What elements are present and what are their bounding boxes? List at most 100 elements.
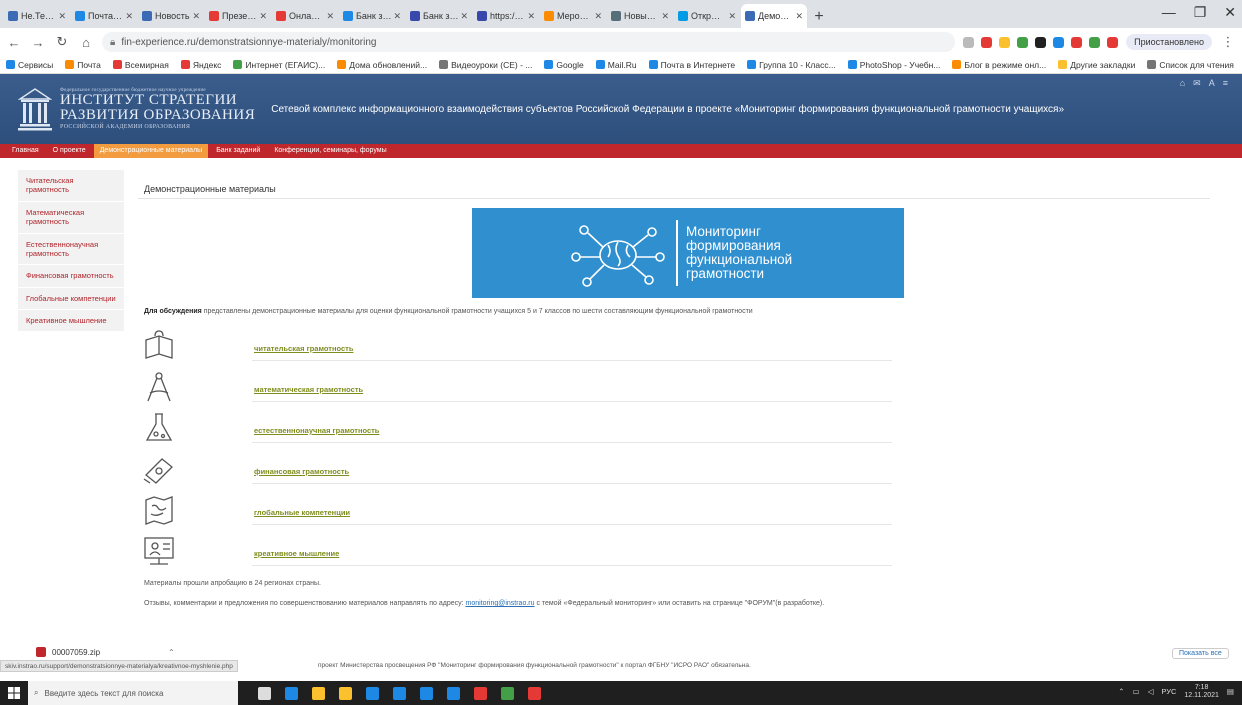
taskbar-app-icon[interactable] [474, 686, 487, 700]
bookmark-item[interactable]: Яндекс [180, 60, 221, 70]
home-link-icon[interactable]: ⌂ [1180, 78, 1185, 89]
link-creative-thinking[interactable]: креативное мышление [254, 549, 339, 558]
sidebar-item[interactable]: Финансовая грамотность [18, 265, 124, 288]
show-all-button[interactable]: Показать все [1172, 648, 1229, 659]
volume-icon[interactable]: ◁ [1148, 687, 1154, 696]
tab-close-icon[interactable]: ✕ [326, 11, 334, 22]
extension-icon[interactable] [1107, 36, 1119, 48]
taskbar-app-icon[interactable] [393, 686, 406, 700]
taskbar-app-icon[interactable] [501, 686, 514, 700]
tab-close-icon[interactable]: ✕ [393, 11, 401, 22]
network-icon[interactable]: ▭ [1132, 687, 1139, 696]
tab-close-icon[interactable]: ✕ [661, 11, 669, 22]
tab-close-icon[interactable]: ✕ [460, 11, 468, 22]
browser-tab[interactable]: Демонстрац.✕ [741, 4, 807, 28]
taskbar-app-icon[interactable] [366, 686, 379, 700]
browser-tab[interactable]: Онлайн-об.✕ [272, 4, 338, 28]
bookmark-item[interactable]: Почта в Интернете [648, 60, 735, 70]
extension-icon[interactable] [981, 36, 993, 48]
bookmark-item[interactable]: Mail.Ru [595, 60, 637, 70]
feedback-email-link[interactable]: monitoring@instrao.ru [466, 600, 535, 607]
sidebar-item[interactable]: Читательская грамотность [18, 170, 124, 202]
bookmark-item[interactable]: Google [544, 60, 584, 70]
reload-icon[interactable]: ↻ [54, 34, 70, 50]
browser-tab[interactable]: Почта Mail.ru✕ [71, 4, 137, 28]
nav-item[interactable]: Демонстрационные материалы [93, 144, 209, 158]
extension-icon[interactable] [963, 36, 975, 48]
taskbar-app-icon[interactable] [528, 686, 541, 700]
menu-icon[interactable]: ⋮ [1220, 34, 1236, 50]
taskbar-app-icon[interactable] [420, 686, 433, 700]
notifications-icon[interactable]: ▤ [1227, 687, 1234, 696]
link-science-literacy[interactable]: естественнонаучная грамотность [254, 426, 379, 435]
taskbar-app-icon[interactable] [258, 686, 271, 700]
nav-item[interactable]: Конференции, семинары, форумы [268, 144, 392, 158]
minimize-button[interactable]: — [1162, 4, 1176, 21]
home-icon[interactable]: ⌂ [78, 35, 94, 50]
tab-close-icon[interactable]: ✕ [728, 11, 736, 22]
chevron-up-icon[interactable]: ⌃ [168, 648, 175, 657]
tab-close-icon[interactable]: ✕ [259, 11, 267, 22]
browser-tab[interactable]: Новость ✕ [138, 4, 204, 28]
bookmark-item[interactable]: Сервисы [6, 60, 53, 70]
bookmark-item[interactable]: PhotoShop - Учебн... [847, 60, 940, 70]
forward-arrow-icon[interactable]: → [30, 35, 46, 50]
tab-close-icon[interactable]: ✕ [58, 11, 66, 22]
browser-tab[interactable]: Новый вкладка✕ [607, 4, 673, 28]
sidebar-item[interactable]: Креативное мышление [18, 310, 124, 333]
taskbar-app-icon[interactable] [285, 686, 298, 700]
new-tab-button[interactable]: + [808, 6, 830, 28]
sidebar-item[interactable]: Математическая грамотность [18, 202, 124, 234]
browser-tab[interactable]: https://clas✕ [473, 4, 539, 28]
close-window-button[interactable]: ✕ [1224, 4, 1236, 21]
link-financial-literacy[interactable]: финансовая грамотность [254, 467, 349, 476]
tab-close-icon[interactable]: ✕ [125, 11, 133, 22]
taskbar-app-icon[interactable] [339, 686, 352, 700]
institute-logo[interactable]: Федеральное государственное бюджетное на… [60, 88, 255, 130]
sidebar-item[interactable]: Естественнонаучная грамотность [18, 234, 124, 266]
extension-icon[interactable] [1071, 36, 1083, 48]
back-arrow-icon[interactable]: ← [6, 35, 22, 50]
profile-button[interactable]: Приостановлено [1126, 34, 1212, 50]
bookmark-item[interactable]: Почта [65, 60, 101, 70]
bookmark-item[interactable]: Видеоуроки (СЕ) - ... [439, 60, 532, 70]
extension-icon[interactable] [1053, 36, 1065, 48]
extension-icon[interactable] [1035, 36, 1047, 48]
download-item[interactable]: 00007059.zip ⌃ [36, 647, 175, 657]
taskbar-app-icon[interactable] [312, 686, 325, 700]
tab-close-icon[interactable]: ✕ [795, 11, 803, 22]
tab-close-icon[interactable]: ✕ [527, 11, 535, 22]
browser-tab[interactable]: Открытый✕ [674, 4, 740, 28]
tab-close-icon[interactable]: ✕ [594, 11, 602, 22]
link-global-competence[interactable]: глобальные компетенции [254, 508, 350, 517]
nav-item[interactable]: Банк заданий [210, 144, 266, 158]
link-math-literacy[interactable]: математическая грамотность [254, 385, 363, 394]
browser-tab[interactable]: Банк заданий✕ [406, 4, 472, 28]
maximize-button[interactable]: ❐ [1194, 4, 1207, 21]
bookmark-item[interactable]: Другие закладки [1058, 60, 1135, 70]
clock[interactable]: 7:18 12.11.2021 [1184, 684, 1219, 699]
taskbar-app-icon[interactable] [447, 686, 460, 700]
language-indicator[interactable]: РУС [1161, 687, 1176, 696]
browser-tab[interactable]: Презентац.✕ [205, 4, 271, 28]
bookmark-item[interactable]: Блог в режиме онл... [952, 60, 1046, 70]
sidebar-item[interactable]: Глобальные компетенции [18, 288, 124, 310]
nav-item[interactable]: Главная [6, 144, 45, 158]
font-size-icon[interactable]: A [1209, 78, 1215, 89]
windows-start-button[interactable] [0, 687, 28, 699]
bookmark-item[interactable]: Список для чтения [1147, 60, 1234, 70]
bookmark-item[interactable]: Дома обновлений... [337, 60, 427, 70]
browser-tab[interactable]: Мероприятия✕ [540, 4, 606, 28]
extension-icon[interactable] [999, 36, 1011, 48]
link-reading-literacy[interactable]: читательская грамотность [254, 344, 353, 353]
address-bar[interactable]: 🔒︎ fin-experience.ru/demonstratsionnye-m… [102, 32, 956, 52]
mail-icon[interactable]: ✉ [1193, 78, 1201, 89]
nav-item[interactable]: О проекте [47, 144, 92, 158]
taskbar-search[interactable]: ⌕ Введите здесь текст для поиска [28, 681, 238, 705]
tray-arrow-icon[interactable]: ⌃ [1118, 687, 1124, 696]
extension-icon[interactable] [1017, 36, 1029, 48]
browser-tab[interactable]: Банк заданий✕ [339, 4, 405, 28]
bookmark-item[interactable]: Всемирная [112, 60, 169, 70]
sitemap-icon[interactable]: ≡ [1223, 78, 1228, 89]
bookmark-item[interactable]: Интернет (ЕГАИС)... [233, 60, 325, 70]
